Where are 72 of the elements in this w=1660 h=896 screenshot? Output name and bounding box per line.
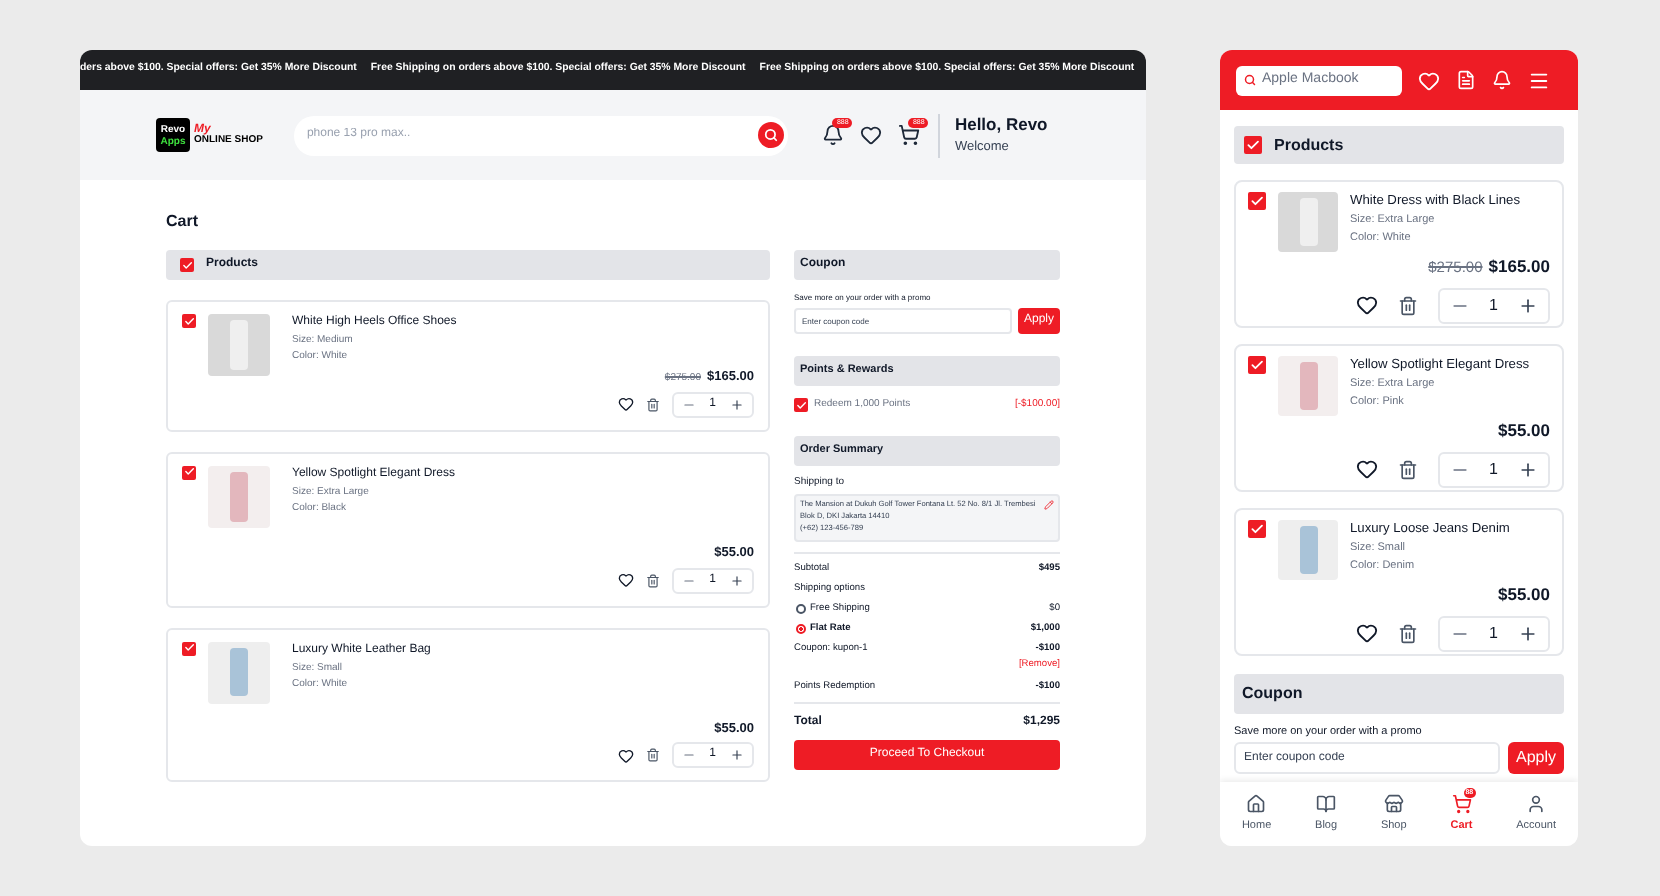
account-icon (1526, 793, 1547, 814)
check-icon (795, 399, 807, 412)
radio-button[interactable] (796, 603, 806, 614)
shop-icon (1383, 793, 1404, 814)
check-icon (1249, 193, 1265, 209)
checkbox[interactable] (794, 398, 808, 413)
search-icon (764, 128, 779, 142)
quantity-value: 1 (1489, 621, 1498, 646)
photo-placeholder (208, 641, 270, 703)
section-title: Coupon (1242, 682, 1303, 706)
trash-icon[interactable] (645, 573, 660, 587)
photo-placeholder (1278, 520, 1338, 580)
trash-icon[interactable] (1397, 459, 1418, 480)
product-price: $165.00 (1488, 254, 1550, 280)
cart-icon (1451, 793, 1472, 814)
heart-icon[interactable] (1355, 622, 1378, 645)
plus-icon[interactable] (1518, 459, 1538, 480)
cart-icon[interactable] (898, 124, 921, 146)
checkbox[interactable] (182, 465, 196, 480)
plus-icon[interactable] (730, 397, 744, 412)
trash-icon[interactable] (645, 397, 660, 412)
checkbox[interactable] (1248, 520, 1266, 538)
plus-icon[interactable] (1518, 295, 1538, 316)
check-icon (183, 642, 195, 654)
section-title: Products (1274, 133, 1344, 157)
blog-icon (1316, 793, 1337, 814)
edit-icon[interactable] (1044, 500, 1054, 510)
check-icon (1249, 521, 1265, 537)
heart-icon[interactable] (1355, 294, 1378, 317)
photo-placeholder (208, 465, 270, 528)
checkbox[interactable] (1248, 356, 1266, 374)
check-icon (181, 259, 193, 271)
checkbox[interactable] (1248, 192, 1266, 210)
heart-icon[interactable] (1355, 458, 1378, 481)
photo-placeholder (208, 314, 270, 376)
quantity-stepper[interactable]: 1 (1437, 451, 1550, 488)
check-icon (1245, 137, 1261, 153)
greeting: Hello, Revo (954, 113, 1048, 135)
checkbox[interactable] (180, 258, 194, 272)
heart-icon[interactable] (617, 396, 634, 413)
photo-placeholder (1278, 192, 1338, 252)
plus-icon[interactable] (1518, 623, 1538, 644)
search-button[interactable] (758, 122, 785, 148)
product-price: $55.00 (1498, 582, 1550, 608)
heart-icon[interactable] (617, 572, 634, 588)
checkbox[interactable] (1244, 136, 1262, 154)
product-price: $55.00 (1498, 418, 1550, 444)
photo-placeholder (1278, 356, 1338, 416)
plus-icon[interactable] (730, 748, 744, 763)
heart-icon[interactable] (860, 124, 883, 146)
quantity-value: 1 (1489, 293, 1498, 318)
apply-button[interactable]: Apply (1507, 742, 1564, 775)
quantity-value: 1 (1489, 457, 1498, 482)
checkbox[interactable] (182, 314, 196, 328)
radio-button[interactable] (796, 624, 806, 635)
bell-icon[interactable] (822, 124, 845, 146)
check-icon (183, 466, 195, 479)
page-title: Cart (166, 210, 201, 234)
search-icon (1244, 74, 1256, 86)
menu-icon[interactable] (1528, 69, 1550, 91)
trash-icon[interactable] (1397, 295, 1418, 316)
quantity-stepper[interactable]: 1 (1437, 615, 1550, 652)
check-icon (1249, 357, 1265, 373)
check-icon (183, 315, 195, 327)
trash-icon[interactable] (1397, 623, 1418, 644)
heart-icon[interactable] (617, 747, 634, 764)
home-icon (1246, 793, 1267, 814)
trash-icon[interactable] (645, 748, 660, 763)
document-icon[interactable] (1456, 70, 1476, 90)
plus-icon[interactable] (730, 573, 744, 587)
quantity-stepper[interactable]: 1 (1437, 287, 1550, 324)
checkbox[interactable] (182, 641, 196, 655)
